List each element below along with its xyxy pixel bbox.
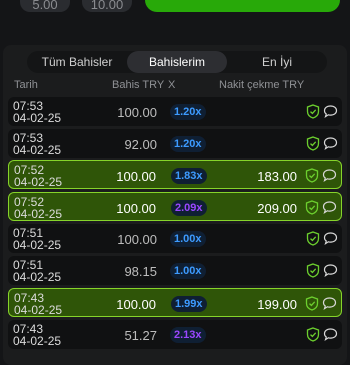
cashout-amount: 183.00 xyxy=(257,169,297,184)
multiplier-badge: 1.20x xyxy=(170,104,206,120)
cashout-amount: 199.00 xyxy=(257,297,297,312)
bet-row: 07:51 04-02-25 100.00 1.00x xyxy=(8,224,342,253)
bet-amount: 51.27 xyxy=(124,328,157,343)
bet-amount: 92.00 xyxy=(124,137,157,152)
provably-fair-shield-icon[interactable] xyxy=(305,200,319,215)
column-header-cashout: Nakit çekme TRY xyxy=(219,79,305,91)
bet-row: 07:43 04-02-25 51.27 2.13x xyxy=(8,320,342,349)
bet-row: 07:51 04-02-25 98.15 1.00x xyxy=(8,256,342,285)
column-header-date: Tarih xyxy=(14,79,38,91)
bet-button[interactable] xyxy=(145,0,340,12)
share-chat-icon[interactable] xyxy=(323,231,338,246)
bet-row: 07:43 04-02-25 100.00 1.99x 199.00 xyxy=(8,288,342,317)
cashout-amount: 209.00 xyxy=(257,201,297,216)
bet-date: 04-02-25 xyxy=(14,207,63,221)
bet-amount: 100.00 xyxy=(116,169,156,184)
share-chat-icon[interactable] xyxy=(322,296,337,311)
multiplier-badge: 1.20x xyxy=(170,136,206,152)
bet-date: 04-02-25 xyxy=(14,303,63,317)
provably-fair-shield-icon[interactable] xyxy=(306,136,320,151)
share-chat-icon[interactable] xyxy=(323,136,338,151)
share-chat-icon[interactable] xyxy=(322,168,337,183)
provably-fair-shield-icon[interactable] xyxy=(306,231,320,246)
tab-top-bets[interactable]: En İyi xyxy=(227,51,327,73)
quick-amount-chip[interactable]: 10.00 xyxy=(82,0,132,12)
bet-amount: 100.00 xyxy=(117,232,157,247)
bet-amount: 100.00 xyxy=(116,297,156,312)
table-header: Tarih Bahis TRY X Nakit çekme TRY xyxy=(3,79,347,95)
bet-date: 04-02-25 xyxy=(13,143,62,157)
share-chat-icon[interactable] xyxy=(322,200,337,215)
bet-row: 07:53 04-02-25 92.00 1.20x xyxy=(8,129,342,158)
tab-my-bets[interactable]: Bahislerim xyxy=(127,51,227,73)
share-chat-icon[interactable] xyxy=(323,263,338,278)
provably-fair-shield-icon[interactable] xyxy=(306,263,320,278)
bet-amount: 100.00 xyxy=(117,105,157,120)
multiplier-badge: 1.00x xyxy=(170,231,206,247)
bet-date: 04-02-25 xyxy=(14,175,63,189)
bet-amount: 100.00 xyxy=(116,201,156,216)
multiplier-badge: 1.00x xyxy=(170,263,206,279)
column-header-mult: X xyxy=(168,79,176,91)
bet-date: 04-02-25 xyxy=(13,334,62,348)
column-header-bet: Bahis TRY xyxy=(112,79,165,91)
bet-controls-strip: 5.00 10.00 xyxy=(0,0,350,14)
multiplier-badge: 2.13x xyxy=(170,327,206,343)
multiplier-badge: 1.83x xyxy=(171,168,207,184)
provably-fair-shield-icon[interactable] xyxy=(306,104,320,119)
bets-tabs: Tüm Bahisler Bahislerim En İyi xyxy=(27,51,327,73)
provably-fair-shield-icon[interactable] xyxy=(306,327,320,342)
tab-all-bets[interactable]: Tüm Bahisler xyxy=(27,51,127,73)
provably-fair-shield-icon[interactable] xyxy=(305,296,319,311)
share-chat-icon[interactable] xyxy=(323,327,338,342)
quick-amount-chip[interactable]: 5.00 xyxy=(20,0,70,12)
bet-row: 07:52 04-02-25 100.00 1.83x 183.00 xyxy=(8,160,342,189)
bet-date: 04-02-25 xyxy=(13,270,62,284)
bet-date: 04-02-25 xyxy=(13,111,62,125)
provably-fair-shield-icon[interactable] xyxy=(305,168,319,183)
multiplier-badge: 1.99x xyxy=(171,296,207,312)
share-chat-icon[interactable] xyxy=(323,104,338,119)
bet-date: 04-02-25 xyxy=(13,238,62,252)
bet-amount: 98.15 xyxy=(124,264,157,279)
bet-row: 07:53 04-02-25 100.00 1.20x xyxy=(8,97,342,126)
bet-row: 07:52 04-02-25 100.00 2.09x 209.00 xyxy=(8,192,342,221)
bets-panel: Tüm Bahisler Bahislerim En İyi Tarih Bah… xyxy=(3,45,347,365)
multiplier-badge: 2.09x xyxy=(171,200,207,216)
